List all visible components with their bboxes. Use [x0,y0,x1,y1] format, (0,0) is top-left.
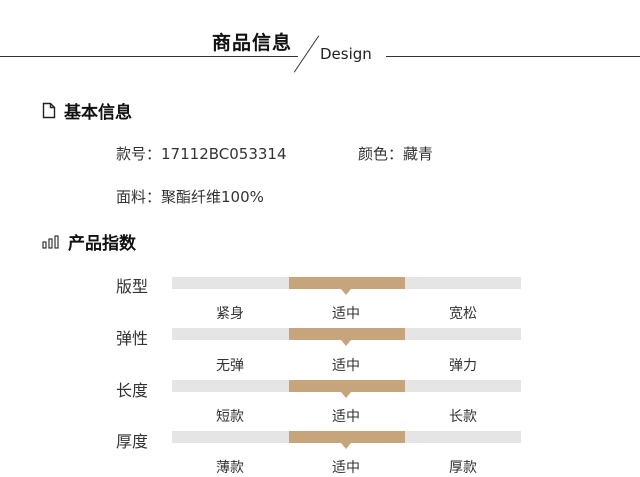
index-bar-selected [289,380,405,392]
index-option: 长款 [449,409,477,425]
index-bar-selected [289,328,405,340]
item-number-value: 17112BC053314 [161,145,287,163]
page-subtitle: Design [320,45,372,63]
material-info: 面料：聚酯纤维100% [116,186,264,207]
index-option-selected: 适中 [332,409,360,425]
index-option-selected: 适中 [332,460,360,476]
index-option: 宽松 [449,306,477,322]
index-bar-marker [341,392,351,398]
index-option: 薄款 [216,460,244,476]
index-option: 无弹 [216,358,244,374]
item-number: 款号：17112BC053314 [116,143,287,164]
document-icon [42,102,56,119]
index-bar [172,328,521,346]
color-value: 藏青 [403,145,434,163]
index-option: 厚款 [449,460,477,476]
item-number-label: 款号： [116,145,162,163]
color-label: 颜色： [358,145,404,163]
index-bar [172,431,521,449]
index-bar [172,277,521,295]
index-bar-selected [289,431,405,443]
index-row-label: 版型 [116,277,149,296]
page-title: 商品信息 [212,32,293,54]
color-info: 颜色：藏青 [358,143,433,164]
index-option: 弹力 [449,358,477,374]
material-value: 聚酯纤维100% [161,188,264,206]
index-row-label: 厚度 [116,432,149,451]
index-bar-marker [341,289,351,295]
material-label: 面料： [116,188,162,206]
product-index-title: 产品指数 [68,234,136,254]
index-option: 短款 [216,409,244,425]
index-bar-marker [341,443,351,449]
index-row-label: 长度 [116,381,149,400]
header-slash [293,35,320,73]
index-row-label: 弹性 [116,329,149,348]
index-bar-marker [341,340,351,346]
index-option-selected: 适中 [332,358,360,374]
bar-chart-icon [42,234,60,249]
index-bar-selected [289,277,405,289]
basic-info-heading: 基本信息 [42,98,132,123]
index-bar [172,380,521,398]
header-divider-left [0,56,298,57]
product-index-heading: 产品指数 [42,229,136,254]
header-divider-right [386,56,640,57]
index-option: 紧身 [216,306,244,322]
index-option-selected: 适中 [332,306,360,322]
basic-info-title: 基本信息 [64,103,132,123]
